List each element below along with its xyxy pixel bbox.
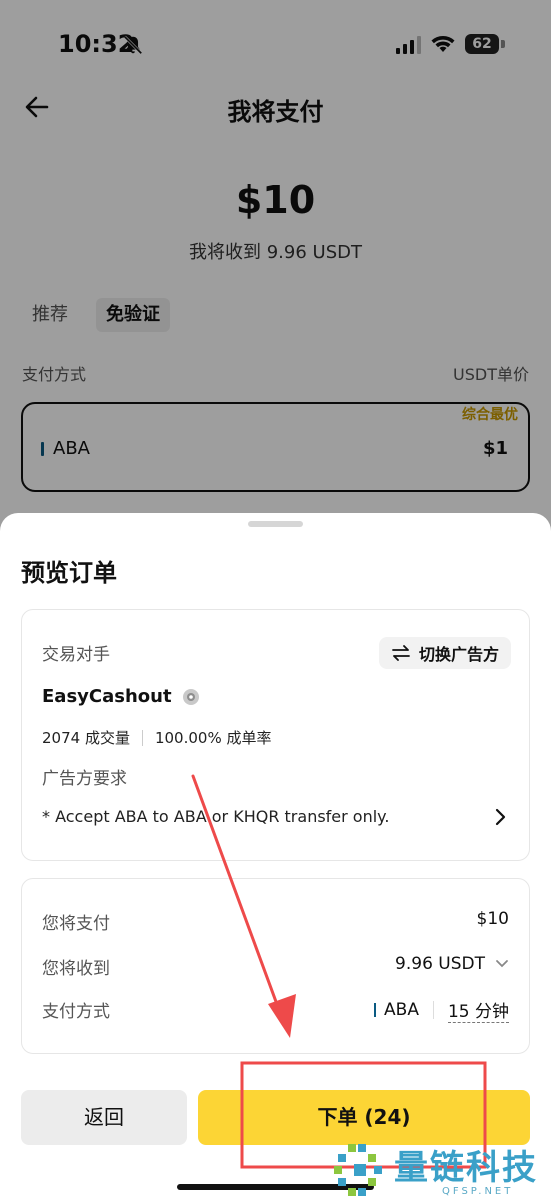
preview-order-sheet: 预览订单 交易对手 切换广告方 EasyCashout 2074 成交量 100…: [0, 513, 551, 1200]
place-order-button[interactable]: 下单 (24): [198, 1090, 530, 1145]
completion-rate: 100.00% 成单率: [154, 729, 272, 747]
method-value: ABA: [384, 1000, 419, 1020]
trade-count: 2074 成交量: [42, 729, 130, 747]
pay-value: $10: [476, 909, 509, 929]
receive-value-group[interactable]: 9.96 USDT: [395, 954, 509, 974]
counterparty-card: 交易对手 切换广告方 EasyCashout 2074 成交量 100.00% …: [21, 609, 530, 861]
payment-time-limit[interactable]: 15 分钟: [447, 997, 509, 1023]
aba-color-bar: [374, 1003, 377, 1017]
requirements-label: 广告方要求: [42, 769, 127, 789]
chevron-right-icon[interactable]: [493, 808, 507, 826]
counterparty-label: 交易对手: [42, 645, 110, 665]
chevron-down-icon: [496, 960, 508, 968]
merchant[interactable]: EasyCashout: [42, 686, 200, 707]
receive-row[interactable]: 您将收到 9.96 USDT: [42, 954, 509, 980]
order-details-card: 您将支付 $10 您将收到 9.96 USDT 支付方式 ABA 15 分钟: [21, 878, 530, 1054]
merchant-verified-icon: [182, 688, 199, 705]
watermark: 量链科技 QFSP.NET: [332, 1140, 551, 1200]
merchant-stats: 2074 成交量 100.00% 成单率: [42, 727, 271, 748]
back-button[interactable]: 返回: [21, 1090, 187, 1145]
payment-method-row: 支付方式 ABA 15 分钟: [42, 997, 509, 1023]
pay-row: 您将支付 $10: [42, 909, 509, 935]
receive-value: 9.96 USDT: [395, 954, 485, 974]
switch-advertiser-button[interactable]: 切换广告方: [378, 637, 511, 669]
watermark-logo-icon: [334, 1144, 382, 1196]
sheet-title: 预览订单: [21, 559, 117, 587]
sheet-grabber[interactable]: [248, 521, 303, 527]
pay-label: 您将支付: [42, 914, 110, 934]
method-label: 支付方式: [42, 1002, 110, 1022]
watermark-text: 量链科技: [394, 1148, 538, 1188]
switch-advertiser-label: 切换广告方: [418, 645, 499, 664]
value-divider: [432, 1001, 434, 1019]
receive-label: 您将收到: [42, 959, 110, 979]
swap-icon: [392, 645, 410, 661]
stats-divider: [141, 729, 143, 746]
method-value-group: ABA 15 分钟: [374, 997, 509, 1023]
requirements-text[interactable]: * Accept ABA to ABA or KHQR transfer onl…: [42, 807, 389, 826]
merchant-name: EasyCashout: [42, 686, 172, 707]
watermark-subtext: QFSP.NET: [442, 1186, 514, 1197]
